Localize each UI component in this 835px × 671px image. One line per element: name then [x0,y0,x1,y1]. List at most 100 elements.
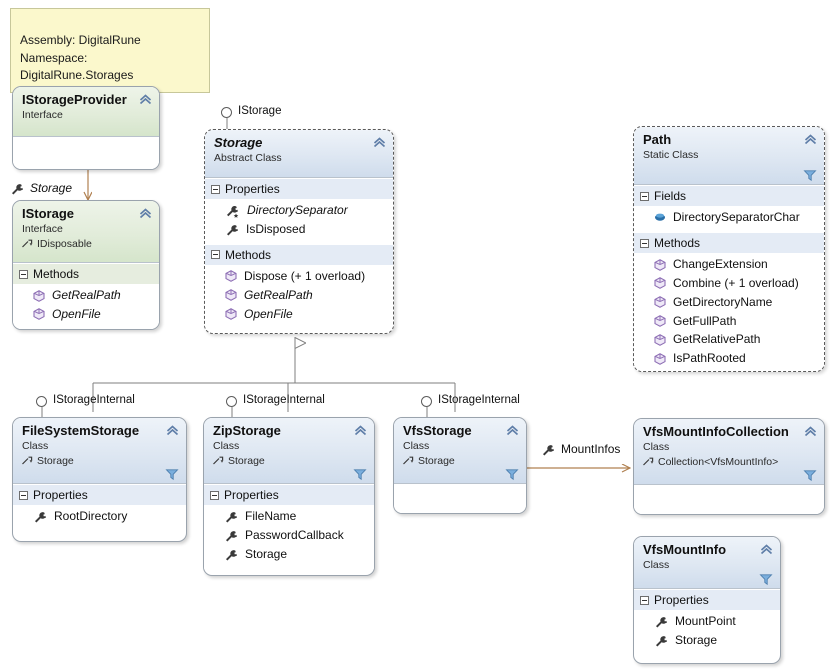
collapse-expander-icon[interactable] [19,269,28,279]
member-row[interactable]: GetRealPath [205,286,393,305]
assoc-label-text: MountInfos [561,442,621,456]
filter-icon[interactable] [353,469,367,481]
member-name: GetRealPath [244,287,313,302]
member-row[interactable]: OpenFile [205,305,393,324]
shape-zipstorage[interactable]: ZipStorage Class Storage Properties File… [203,417,375,576]
shape-header: VfsMountInfoCollection Class Collection<… [634,419,824,485]
filter-icon[interactable] [165,469,179,481]
filter-icon[interactable] [505,469,519,481]
shape-stereotype: Class [403,439,430,452]
assoc-label-mountinfos: MountInfos [541,442,620,456]
compartment-header-properties[interactable]: Properties [205,178,393,200]
shape-vfsmountinfocollection[interactable]: VfsMountInfoCollection Class Collection<… [633,418,825,515]
interface-lollipop-icon [221,107,232,118]
shape-title: VfsMountInfoCollection [643,424,789,439]
collapse-expander-icon[interactable] [640,191,649,201]
filter-icon[interactable] [803,470,817,482]
method-icon [654,277,666,290]
chevron-up-icon[interactable] [804,134,817,145]
chevron-up-icon[interactable] [139,94,152,105]
method-icon [654,258,666,271]
shape-title: VfsStorage [403,423,472,438]
member-row[interactable]: Storage [204,545,374,564]
member-row[interactable]: GetDirectoryName [634,293,824,312]
shape-istorage[interactable]: IStorage Interface IDisposable Methods G… [12,200,160,330]
method-icon [654,296,666,308]
member-row[interactable]: RootDirectory [13,507,186,526]
member-row[interactable]: GetFullPath [634,312,824,331]
chevron-up-icon[interactable] [139,208,152,219]
shape-vfsmountinfo[interactable]: VfsMountInfo Class Properties MountPoint… [633,536,781,664]
collapse-expander-icon[interactable] [640,595,649,605]
method-icon [225,270,237,283]
compartment-header-methods[interactable]: Methods [13,263,159,285]
member-list: GetRealPath OpenFile [13,284,159,329]
collapse-expander-icon[interactable] [640,238,649,248]
collapse-expander-icon[interactable] [211,184,220,194]
collapse-expander-icon[interactable] [210,490,219,500]
member-name: Storage [675,632,718,647]
member-row[interactable]: Dispose (+ 1 overload) [205,267,393,286]
shape-stereotype: Abstract Class [214,151,282,164]
member-row[interactable]: MountPoint [634,612,780,631]
lollipop-label: IStorageInternal [53,394,135,406]
chevron-up-icon[interactable] [166,425,179,436]
collapse-expander-icon[interactable] [19,490,28,500]
compartment-header-properties[interactable]: Properties [634,589,780,611]
member-row[interactable]: GetRealPath [13,286,159,305]
member-name: FileName [245,509,297,524]
member-row[interactable]: FileName [204,507,374,526]
shape-storage[interactable]: Storage Abstract Class Properties Direct… [204,129,394,334]
member-row[interactable]: GetRelativePath [634,330,824,349]
member-row[interactable]: IsDisposed [205,220,393,239]
chevron-up-icon[interactable] [506,425,519,436]
shape-base-type: Storage [403,454,517,468]
member-row[interactable]: DirectorySeparatorChar [634,208,824,227]
member-list: DirectorySeparator IsDisposed [205,199,393,244]
compartment-header-fields[interactable]: Fields [634,185,824,207]
member-name: IsDisposed [246,221,306,236]
chevron-up-icon[interactable] [804,426,817,437]
member-row[interactable]: Combine (+ 1 overload) [634,274,824,293]
inherits-arrow-icon [22,239,33,249]
property-icon [654,634,668,647]
filter-icon[interactable] [803,170,817,182]
property-icon [541,443,555,456]
member-name: Dispose (+ 1 overload) [244,268,366,283]
compartment-label: Methods [654,235,701,250]
property-icon [654,615,668,628]
compartment-header-properties[interactable]: Properties [13,484,186,506]
compartment-label: Properties [654,593,709,607]
shape-istorageprovider[interactable]: IStorageProvider Interface [12,86,160,170]
member-row[interactable]: Storage [634,631,780,650]
shape-vfsstorage[interactable]: VfsStorage Class Storage [393,417,527,514]
collapse-expander-icon[interactable] [211,250,220,260]
member-name: MountPoint [675,614,736,629]
member-row[interactable]: OpenFile [13,305,159,324]
member-name: GetFullPath [673,313,737,328]
compartment-header-properties[interactable]: Properties [204,484,374,506]
member-row[interactable]: IsPathRooted [634,349,824,368]
compartment-header-methods[interactable]: Methods [634,231,824,254]
chevron-up-icon[interactable] [354,425,367,436]
namespace-note-text: Assembly: DigitalRune Namespace: Digital… [20,33,141,83]
member-row[interactable]: ChangeExtension [634,255,824,274]
chevron-up-icon[interactable] [760,544,773,555]
compartment-header-methods[interactable]: Methods [205,243,393,265]
member-name: DirectorySeparator [247,203,348,218]
shape-filesystemstorage[interactable]: FileSystemStorage Class Storage Properti… [12,417,187,542]
shape-base-type: Storage [213,454,365,468]
compartment-label: Properties [224,488,279,502]
assoc-label-storage: Storage [10,181,72,195]
method-icon [33,289,45,302]
method-icon [654,352,666,365]
shape-stereotype: Class [643,558,670,571]
shape-path[interactable]: Path Static Class Fields DirectorySepara… [633,126,825,372]
chevron-up-icon[interactable] [373,137,386,148]
shape-title: Path [643,132,672,147]
filter-icon[interactable] [759,574,773,586]
shape-header: VfsMountInfo Class [634,537,780,589]
member-row[interactable]: DirectorySeparator [205,201,393,220]
member-row[interactable]: PasswordCallback [204,526,374,545]
shape-header: IStorageProvider Interface [13,87,159,137]
